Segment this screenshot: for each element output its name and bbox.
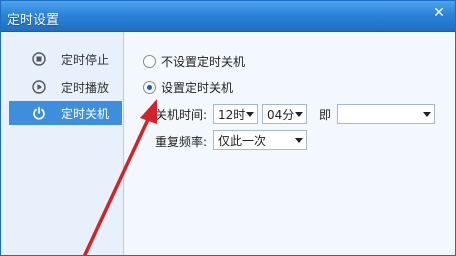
no-shutdown-label: 不设置定时关机 bbox=[161, 55, 246, 69]
close-button[interactable]: ✕ bbox=[431, 5, 447, 21]
no-shutdown-option[interactable]: 不设置定时关机 bbox=[143, 53, 245, 70]
minute-value: 04分 bbox=[267, 107, 295, 122]
sidebar-item-label: 定时关机 bbox=[61, 106, 110, 121]
chevron-down-icon bbox=[295, 112, 303, 117]
title-bar[interactable]: 定时设置 ✕ bbox=[1, 1, 455, 32]
immediate-label: 即 bbox=[319, 108, 332, 122]
chevron-down-icon bbox=[295, 138, 303, 143]
sidebar-item-label: 定时停止 bbox=[61, 52, 110, 67]
set-shutdown-label: 设置定时关机 bbox=[161, 81, 234, 95]
minute-select[interactable]: 04分 bbox=[262, 104, 307, 124]
hour-value: 12时 bbox=[218, 107, 246, 122]
chevron-down-icon bbox=[423, 112, 431, 117]
sidebar-item-timed-play[interactable]: 定时播放 bbox=[9, 75, 122, 99]
sidebar: 定时停止 定时播放 定时关机 bbox=[1, 32, 124, 255]
timer-settings-window: 定时设置 ✕ 定时停止 定时播放 定时关机 不设置定时关机 设置定时关机 关机时… bbox=[0, 0, 456, 256]
sidebar-item-label: 定时播放 bbox=[61, 80, 110, 95]
window-title: 定时设置 bbox=[7, 13, 60, 28]
shutdown-extra-select[interactable] bbox=[337, 104, 435, 124]
hour-select[interactable]: 12时 bbox=[213, 104, 258, 124]
stop-icon bbox=[27, 47, 51, 71]
set-shutdown-radio[interactable] bbox=[143, 81, 156, 94]
repeat-frequency-label: 重复频率: bbox=[155, 135, 208, 149]
repeat-frequency-select[interactable]: 仅此一次 bbox=[213, 130, 307, 150]
chevron-down-icon bbox=[246, 112, 254, 117]
sidebar-item-timed-shutdown[interactable]: 定时关机 bbox=[9, 101, 122, 125]
play-icon bbox=[27, 75, 51, 99]
power-icon bbox=[27, 101, 51, 125]
no-shutdown-radio[interactable] bbox=[143, 55, 156, 68]
set-shutdown-option[interactable]: 设置定时关机 bbox=[143, 79, 233, 96]
sidebar-item-timed-stop[interactable]: 定时停止 bbox=[9, 47, 122, 71]
repeat-frequency-value: 仅此一次 bbox=[218, 133, 267, 148]
settings-panel: 不设置定时关机 设置定时关机 关机时间: 12时 04分 即 重复频率: 仅此一… bbox=[125, 32, 455, 255]
shutdown-time-label: 关机时间: bbox=[155, 108, 208, 122]
